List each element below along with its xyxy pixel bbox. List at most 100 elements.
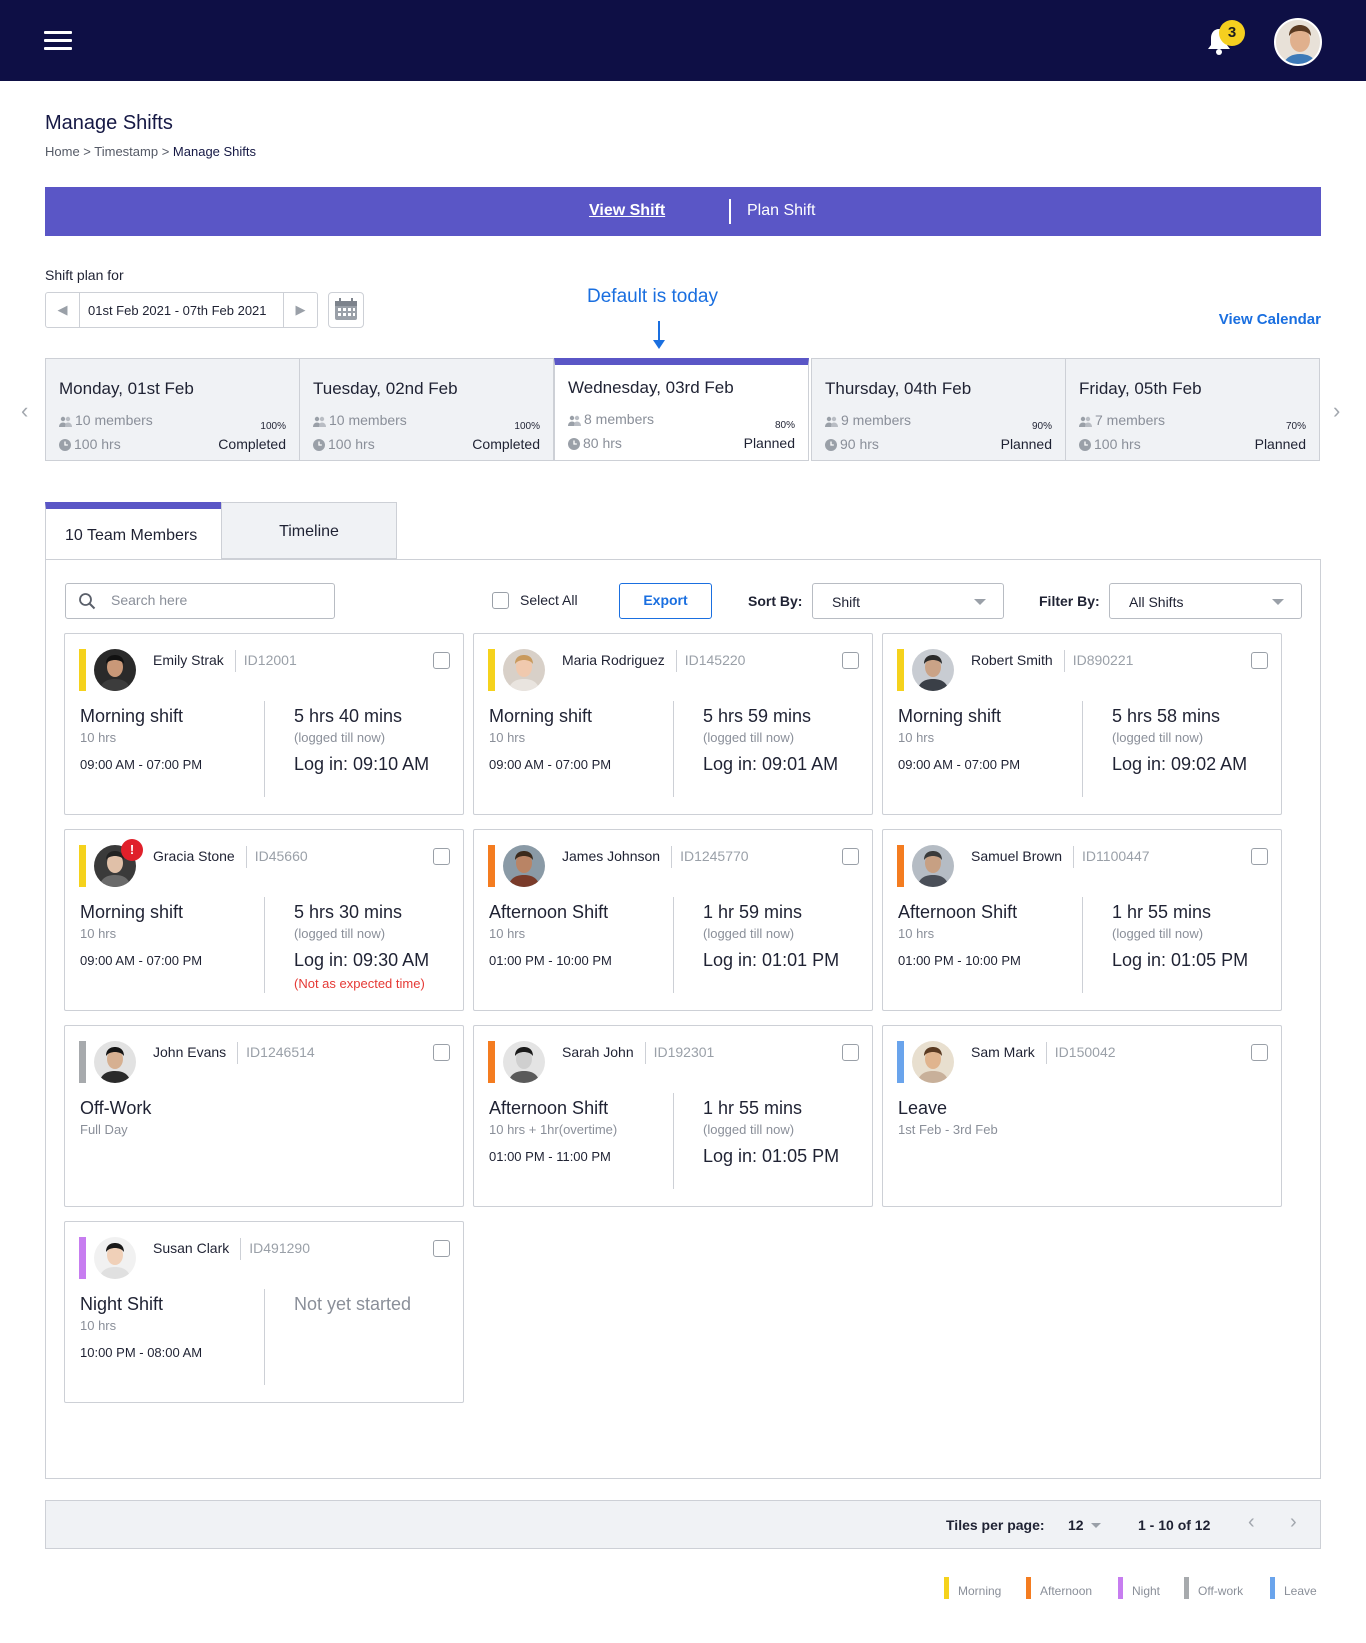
view-calendar-link[interactable]: View Calendar [1219,311,1321,328]
member-select-checkbox[interactable] [1251,652,1268,669]
name-id-divider [240,1238,242,1260]
breadcrumb-current: Manage Shifts [172,144,257,159]
name-id-divider [671,846,673,868]
chevron-down-icon [974,599,986,605]
member-card: John Evans ID1246514 Off-Work Full Day [64,1025,464,1207]
people-icon [59,414,72,430]
day-hours: 100 hrs [59,436,121,454]
search-input[interactable] [111,592,321,608]
day-members-text: 10 members [329,412,407,428]
breadcrumb-home[interactable]: Home [45,144,80,159]
day-members-text: 7 members [1095,412,1166,428]
shift-name: Afternoon Shift [489,902,609,922]
day-hours-text: 80 hrs [583,435,622,451]
member-avatar [912,845,954,887]
shift-name: Afternoon Shift [489,1098,609,1118]
member-card: Sarah John ID192301 Afternoon Shift 10 hrs … [473,1025,873,1207]
member-select-checkbox[interactable] [1251,848,1268,865]
next-page-icon[interactable]: › [1290,1511,1297,1534]
member-select-checkbox[interactable] [842,652,859,669]
member-name: James Johnson [562,848,661,864]
default-today-annotation: Default is today [587,286,718,307]
day-card[interactable]: Friday, 05th Feb 7 members 100 hrs 70% Plann… [1065,358,1320,461]
member-card: Sam Mark ID150042 Leave 1st Feb - 3rd Feb [882,1025,1282,1207]
card-divider [673,1093,674,1189]
member-select-checkbox[interactable] [433,1240,450,1257]
member-select-checkbox[interactable] [433,1044,450,1061]
pagination-range: 1 - 10 of 12 [1138,1517,1211,1533]
member-select-checkbox[interactable] [433,848,450,865]
tab-team-members[interactable]: 10 Team Members [45,502,222,560]
next-days-chevron-icon[interactable]: › [1333,398,1340,424]
shift-duration: 10 hrs [898,730,935,745]
day-status: Planned [1000,436,1052,452]
day-card[interactable]: Thursday, 04th Feb 9 members 90 hrs 90% Plan… [811,358,1066,461]
breadcrumb-timestamp[interactable]: Timestamp [94,144,158,159]
select-all-checkbox[interactable] [492,592,509,609]
member-select-checkbox[interactable] [842,1044,859,1061]
day-card[interactable]: Tuesday, 02nd Feb 10 members 100 hrs 100% Co… [299,358,554,461]
member-name: Emily Strak [153,652,224,668]
logged-time-note: (logged till now) [703,1122,795,1137]
member-id: ID12001 [243,652,297,668]
member-name: Gracia Stone [153,848,235,864]
previous-week-button[interactable]: ◀ [46,293,80,327]
member-name: Samuel Brown [971,848,1063,864]
day-status: Completed [472,436,540,452]
day-card[interactable]: Monday, 01st Feb 10 members 100 hrs 100% Com… [45,358,300,461]
member-select-checkbox[interactable] [433,652,450,669]
day-status: Planned [1254,436,1306,452]
legend-label: Off-work [1198,1584,1244,1598]
member-card: ! Gracia Stone ID45660 Morning shift 10 hrs 0… [64,829,464,1011]
chevron-down-icon[interactable] [1091,1523,1101,1528]
user-avatar[interactable] [1274,18,1322,66]
logged-time: 5 hrs 40 mins [294,706,403,726]
next-week-button[interactable]: ▶ [283,293,317,327]
filter-by-dropdown[interactable]: All Shifts [1109,583,1302,619]
tab-timeline[interactable]: Timeline [221,502,397,559]
member-id: ID890221 [1072,652,1134,668]
tab-divider [729,199,731,224]
shift-color-indicator [488,649,495,691]
login-warning: (Not as expected time) [294,976,425,991]
member-id: ID45660 [254,848,308,864]
shift-duration: 10 hrs [80,926,117,941]
menu-icon[interactable] [44,31,72,51]
previous-page-icon[interactable]: ‹ [1248,1511,1255,1534]
day-members: 7 members [1079,412,1165,430]
member-avatar [94,1041,136,1083]
export-button[interactable]: Export [619,583,712,619]
member-select-checkbox[interactable] [842,848,859,865]
name-id-divider [1073,846,1075,868]
shift-name: Morning shift [489,706,593,726]
pagination-bar: Tiles per page: 12 1 - 10 of 12 ‹ › [45,1500,1321,1549]
legend-label: Leave [1284,1584,1317,1598]
day-card[interactable]: Wednesday, 03rd Feb 8 members 80 hrs 80% Pla… [554,358,809,461]
day-members-text: 8 members [584,411,655,427]
login-time: Log in: 09:30 AM [294,950,430,970]
member-name: Robert Smith [971,652,1053,668]
name-id-divider [644,1042,646,1064]
shift-name: Morning shift [898,706,1002,726]
tiles-per-page-select[interactable]: 12 [1068,1517,1084,1533]
shift-time-range: 01:00 PM - 10:00 PM [898,953,1021,968]
shift-duration: 10 hrs [489,926,526,941]
notification-count-badge[interactable]: 3 [1219,20,1245,46]
member-avatar [912,649,954,691]
sort-by-dropdown[interactable]: Shift [812,583,1004,619]
calendar-icon[interactable] [328,292,364,328]
shift-status: Not yet started [294,1294,412,1314]
day-title: Wednesday, 03rd Feb [568,378,734,397]
shift-time-range: 01:00 PM - 11:00 PM [489,1149,611,1164]
view-shift-tab[interactable]: View Shift [589,202,665,220]
day-hours: 90 hrs [825,436,879,454]
shift-name: Afternoon Shift [898,902,1018,922]
login-time: Log in: 09:02 AM [1112,754,1248,774]
people-icon [825,414,838,430]
plan-shift-tab[interactable]: Plan Shift [747,202,815,220]
member-select-checkbox[interactable] [1251,1044,1268,1061]
previous-days-chevron-icon[interactable]: ‹ [21,398,28,424]
member-card: Susan Clark ID491290 Night Shift 10 hrs 10:0… [64,1221,464,1403]
sort-by-value: Shift [832,594,861,610]
shift-duration: 10 hrs [898,926,935,941]
